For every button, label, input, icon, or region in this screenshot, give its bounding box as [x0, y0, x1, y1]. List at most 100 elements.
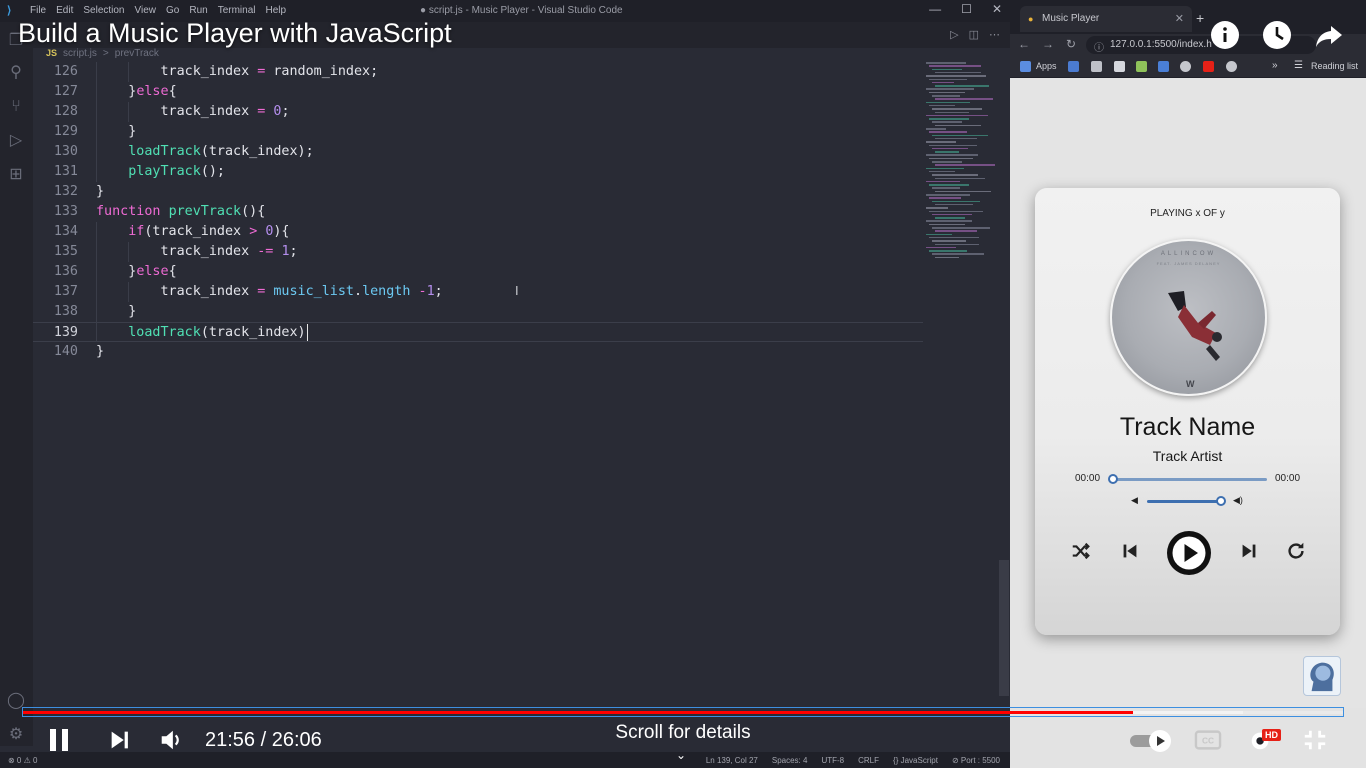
code-line[interactable]: 129 } — [33, 122, 923, 142]
bookmark-icon[interactable] — [1091, 61, 1102, 72]
search-icon[interactable]: ⚲ — [7, 64, 25, 82]
menu-selection[interactable]: Selection — [83, 5, 124, 16]
menu-help[interactable]: Help — [266, 5, 287, 16]
code-line[interactable]: 126 track_index = random_index; — [33, 62, 923, 82]
bookmark-icon[interactable] — [1180, 61, 1191, 72]
line-number: 128 — [53, 104, 78, 119]
seek-slider-thumb[interactable] — [1108, 474, 1118, 484]
status-indentation[interactable]: Spaces: 4 — [772, 756, 808, 765]
more-bookmarks-icon[interactable]: » — [1272, 60, 1278, 71]
activity-bar: ❐ ⚲ ⑂ ▷ ⊞ ◯ ⚙ — [0, 22, 33, 746]
bookmark-icon[interactable] — [1136, 61, 1147, 72]
volume-slider-thumb[interactable] — [1216, 496, 1226, 506]
status-cursor-position[interactable]: Ln 139, Col 27 — [706, 756, 758, 765]
scroll-for-details[interactable]: Scroll for details — [583, 722, 783, 744]
url-text: 127.0.0.1:5500/index.h — [1110, 39, 1212, 50]
seek-slider[interactable] — [1108, 474, 1267, 484]
bookmark-icon[interactable] — [1068, 61, 1079, 72]
bookmark-icon[interactable] — [1114, 61, 1125, 72]
volume-slider[interactable] — [1147, 496, 1226, 506]
minimap-line — [926, 207, 948, 209]
code-line[interactable]: 130 loadTrack(track_index); — [33, 142, 923, 162]
run-debug-icon[interactable]: ▷ — [7, 132, 25, 150]
editor-scrollbar[interactable] — [999, 560, 1009, 696]
minimize-icon[interactable]: — — [929, 2, 941, 16]
reading-list-icon[interactable]: ☰ — [1294, 60, 1303, 71]
menu-terminal[interactable]: Terminal — [218, 5, 256, 16]
menu-view[interactable]: View — [135, 5, 157, 16]
exit-fullscreen-button[interactable] — [1300, 726, 1330, 754]
split-editor-icon[interactable]: ◫ — [969, 28, 979, 41]
pause-button[interactable] — [44, 726, 74, 754]
minimap-line — [932, 187, 960, 189]
new-tab-icon[interactable]: + — [1196, 10, 1204, 26]
close-tab-icon[interactable]: ✕ — [1175, 12, 1184, 25]
repeat-button[interactable] — [1283, 538, 1309, 564]
menu-go[interactable]: Go — [166, 5, 179, 16]
favicon-icon: ● — [1028, 14, 1034, 24]
code-line[interactable]: 128 track_index = 0; — [33, 102, 923, 122]
code-line[interactable]: 140} — [33, 342, 923, 362]
source-control-icon[interactable]: ⑂ — [7, 98, 25, 116]
reload-icon[interactable]: ↻ — [1066, 37, 1076, 51]
video-progress-bar[interactable] — [22, 707, 1344, 717]
subtitles-button[interactable]: CC — [1192, 726, 1224, 754]
menu-run[interactable]: Run — [189, 5, 207, 16]
watch-later-icon[interactable] — [1262, 20, 1292, 50]
breadcrumb-symbol[interactable]: prevTrack — [115, 48, 159, 59]
minimap-line — [932, 240, 966, 242]
share-icon[interactable] — [1314, 20, 1344, 50]
site-info-icon[interactable]: ⓘ — [1094, 39, 1104, 54]
chevron-down-icon[interactable]: ⌄ — [676, 748, 686, 762]
status-live-server[interactable]: ⊘ Port : 5500 — [952, 756, 1000, 765]
youtube-icon[interactable] — [1203, 61, 1214, 72]
maximize-icon[interactable]: ☐ — [961, 2, 972, 16]
extensions-icon[interactable]: ⊞ — [7, 166, 25, 184]
more-actions-icon[interactable]: ⋯ — [989, 28, 1000, 41]
bookmark-icon[interactable] — [1226, 61, 1237, 72]
mute-button[interactable] — [157, 726, 185, 754]
apps-grid-icon[interactable] — [1020, 61, 1031, 72]
previous-track-button[interactable] — [1117, 538, 1143, 564]
reading-list[interactable]: Reading list — [1311, 61, 1358, 71]
shuffle-button[interactable] — [1068, 538, 1094, 564]
line-number: 126 — [53, 64, 78, 79]
code-line[interactable]: 138 } — [33, 302, 923, 322]
browser-nav: ← → ↻ — [1018, 37, 1076, 51]
browser-tab[interactable]: ● Music Player ✕ — [1020, 6, 1192, 32]
code-line[interactable]: 137 track_index = music_list.length -1; — [33, 282, 923, 302]
problems-indicator[interactable]: ⊗ 0 ⚠ 0 — [8, 756, 37, 765]
menu-edit[interactable]: Edit — [56, 5, 73, 16]
hd-badge: HD — [1262, 729, 1281, 741]
code-line[interactable]: 136 }else{ — [33, 262, 923, 282]
info-icon[interactable] — [1210, 20, 1240, 50]
code-line[interactable]: 135 track_index -= 1; — [33, 242, 923, 262]
forward-icon[interactable]: → — [1042, 37, 1054, 51]
status-language[interactable]: {} JavaScript — [893, 756, 938, 765]
code-line[interactable]: 133 function prevTrack(){ — [33, 202, 923, 222]
settings-gear-icon[interactable]: ⚙ — [7, 726, 25, 744]
bookmark-apps[interactable]: Apps — [1036, 61, 1057, 71]
next-track-button[interactable] — [1236, 538, 1262, 564]
code-line[interactable]: 134 if(track_index > 0){ — [33, 222, 923, 242]
next-video-button[interactable] — [106, 726, 134, 754]
code-line[interactable]: 131 playTrack(); — [33, 162, 923, 182]
code-line[interactable]: 132} — [33, 182, 923, 202]
bookmark-icon[interactable] — [1158, 61, 1169, 72]
breadcrumb-file[interactable]: script.js — [63, 48, 97, 59]
video-title[interactable]: Build a Music Player with JavaScript — [18, 18, 452, 49]
status-eol[interactable]: CRLF — [858, 756, 879, 765]
channel-logo[interactable] — [1303, 656, 1341, 696]
autoplay-toggle[interactable] — [1128, 726, 1174, 754]
close-icon[interactable]: ✕ — [992, 2, 1002, 16]
back-icon[interactable]: ← — [1018, 37, 1030, 51]
code-line[interactable]: 139 loadTrack(track_index) — [33, 322, 923, 342]
play-button[interactable] — [1167, 531, 1211, 575]
code-editor[interactable]: 126 track_index = random_index; 127 }else… — [33, 62, 923, 702]
menu-file[interactable]: File — [30, 5, 46, 16]
run-file-icon[interactable]: ▷ — [950, 28, 958, 41]
code-line[interactable]: 127 }else{ — [33, 82, 923, 102]
minimap-line — [932, 161, 962, 163]
minimap[interactable] — [926, 62, 1002, 262]
status-encoding[interactable]: UTF-8 — [821, 756, 844, 765]
